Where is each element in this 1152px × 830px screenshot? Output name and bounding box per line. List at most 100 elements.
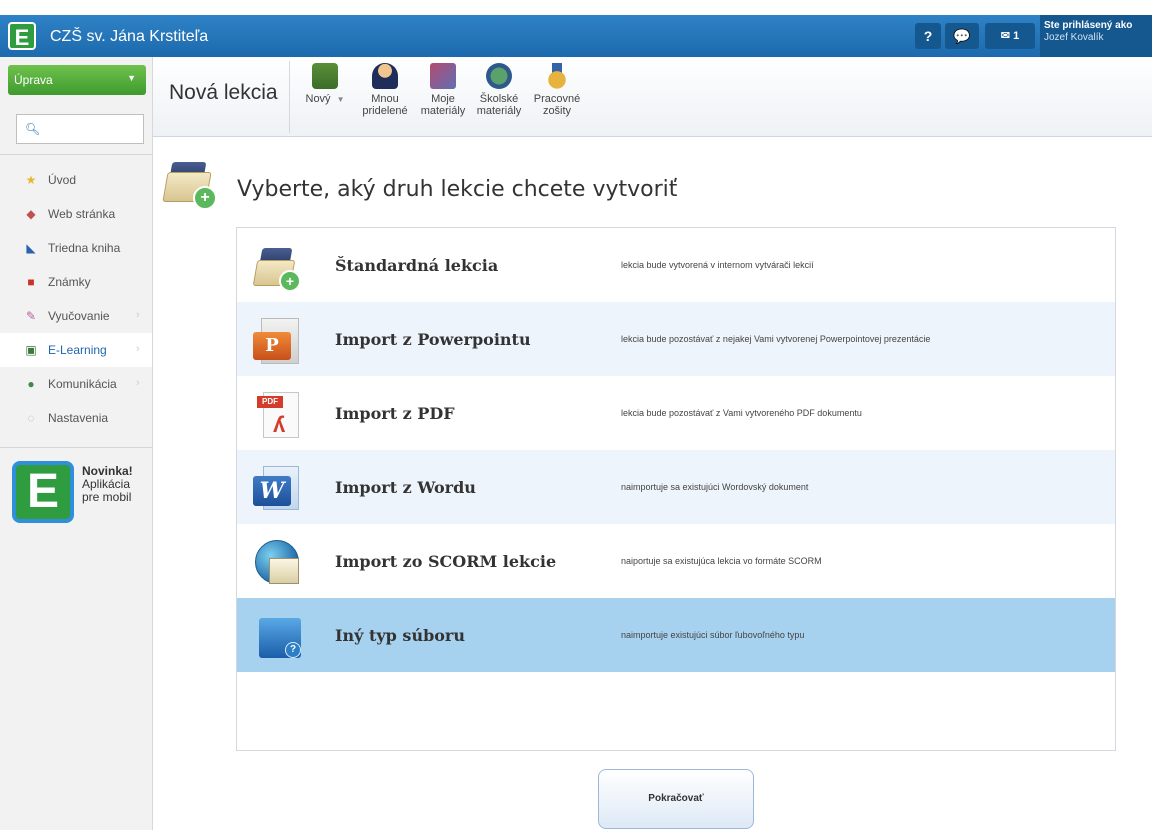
- new-lesson-header-icon: +: [161, 158, 221, 210]
- chevron-right-icon: ›: [136, 343, 140, 355]
- chevron-right-icon: ›: [136, 377, 140, 389]
- messages-button[interactable]: ✉ 1: [985, 23, 1035, 49]
- chevron-right-icon: ›: [136, 309, 140, 321]
- sidebar-item-triedna-kniha[interactable]: ◣ Triedna kniha: [0, 231, 152, 265]
- mail-count-badge: 1: [1013, 30, 1020, 42]
- continue-button[interactable]: Pokračovať: [598, 769, 754, 829]
- option-standard-lesson[interactable]: + Štandardná lekcia lekcia bude vytvoren…: [237, 228, 1115, 302]
- school-name[interactable]: CZŠ sv. Jána Krstiteľa: [50, 28, 208, 46]
- mobile-app-promo[interactable]: E Novinka! Aplikácia pre mobil: [12, 461, 146, 527]
- scorm-icon: [251, 540, 303, 586]
- login-user-name: Jozef Kovalík: [1044, 32, 1104, 43]
- option-import-powerpoint[interactable]: P Import z Powerpointu lekcia bude pozos…: [237, 302, 1115, 376]
- teacher-icon: [372, 63, 398, 89]
- school-materials-button[interactable]: Školské materiály: [471, 63, 527, 135]
- tool-label: Mnou: [371, 93, 399, 105]
- sidebar-item-label: Úvod: [48, 173, 77, 187]
- edupage-app-logo: E: [12, 461, 74, 523]
- other-file-icon: ?: [251, 614, 303, 660]
- option-description: naiportuje sa existujúca lekcia vo formá…: [621, 556, 822, 566]
- option-import-word[interactable]: W Import z Wordu naimportuje sa existujú…: [237, 450, 1115, 524]
- page-title: Nová lekcia: [169, 81, 278, 104]
- sidebar-item-e-learning[interactable]: ▣ E-Learning ›: [0, 333, 152, 367]
- option-import-scorm[interactable]: Import zo SCORM lekcie naiportuje sa exi…: [237, 524, 1115, 598]
- medal-icon: [544, 63, 570, 89]
- powerpoint-icon: P: [251, 318, 303, 364]
- sidebar: Úprava ▼ 🔍︎ ★ Úvod ◆ Web stránka ◣ Tried…: [0, 57, 153, 830]
- page-heading: Vyberte, aký druh lekcie chcete vytvoriť: [237, 177, 678, 202]
- tool-label: materiály: [476, 105, 522, 117]
- option-title: Iný typ súboru: [335, 626, 465, 645]
- top-bar: E CZŠ sv. Jána Krstiteľa ? 💬 ✉ 1 Ste pri…: [0, 15, 1152, 57]
- star-icon: ★: [25, 173, 37, 187]
- book-icon: ◣: [26, 241, 36, 255]
- option-title: Štandardná lekcia: [335, 256, 499, 275]
- sidebar-divider: [0, 154, 152, 155]
- edit-dropdown-button[interactable]: Úprava ▼: [8, 65, 146, 95]
- web-icon: ◆: [26, 207, 36, 221]
- sidebar-item-label: Web stránka: [48, 207, 116, 221]
- tool-label: pridelené: [362, 105, 408, 117]
- tool-label: Nový: [305, 93, 331, 105]
- option-title: Import z Wordu: [335, 478, 476, 497]
- tool-label: Pracovné: [533, 93, 581, 105]
- communication-icon: ●: [27, 377, 35, 391]
- edit-button-label: Úprava: [14, 73, 53, 87]
- chevron-down-icon: ▼: [127, 73, 136, 83]
- sidebar-item-znamky[interactable]: ■ Známky: [0, 265, 152, 299]
- toolbar: Nová lekcia Nový ▼ Mnou pridelené Moje ma…: [153, 57, 1152, 137]
- grades-icon: ■: [27, 275, 35, 289]
- promo-line: pre mobil: [82, 490, 132, 504]
- word-icon: W: [251, 466, 303, 512]
- login-label: Ste prihlásený ako: [1044, 20, 1133, 31]
- toolbar-divider: [289, 61, 290, 133]
- workbooks-button[interactable]: Pracovné zošity: [529, 63, 585, 135]
- teaching-icon: ✎: [25, 309, 37, 323]
- option-description: lekcia bude vytvorená v internom vytvára…: [621, 260, 814, 270]
- promo-text: Novinka! Aplikácia pre mobil: [82, 465, 133, 504]
- settings-icon: ◌: [27, 411, 35, 425]
- sidebar-item-komunikacia[interactable]: ● Komunikácia ›: [0, 367, 152, 401]
- tool-label: Školské: [479, 93, 519, 105]
- option-title: Import z PDF: [335, 404, 455, 423]
- my-materials-icon: [430, 63, 456, 89]
- option-description: naimportuje existujúci súbor ľubovoľného…: [621, 630, 805, 640]
- pdf-icon: PDF ʎ: [251, 392, 303, 438]
- option-other-file-type[interactable]: ? Iný typ súboru naimportuje existujúci …: [237, 598, 1115, 672]
- tool-label: materiály: [420, 105, 466, 117]
- option-description: lekcia bude pozostávať z nejakej Vami vy…: [621, 334, 931, 344]
- sidebar-item-label: E-Learning: [48, 343, 107, 357]
- globe-icon: [486, 63, 512, 89]
- sidebar-item-label: Triedna kniha: [48, 241, 121, 255]
- search-icon[interactable]: 🔍︎: [25, 122, 40, 136]
- sidebar-item-nastavenia[interactable]: ◌ Nastavenia: [0, 401, 152, 435]
- sidebar-item-vyucovanie[interactable]: ✎ Vyučovanie ›: [0, 299, 152, 333]
- chat-button[interactable]: 💬: [945, 23, 979, 49]
- chat-icon: 💬: [953, 28, 971, 44]
- new-lesson-button[interactable]: Nový ▼: [297, 63, 353, 135]
- tool-label: Moje: [431, 93, 455, 105]
- lesson-type-list: + Štandardná lekcia lekcia bude vytvoren…: [236, 227, 1116, 751]
- standard-lesson-icon: +: [251, 244, 303, 292]
- new-lesson-icon: [312, 63, 338, 89]
- help-button[interactable]: ?: [915, 23, 941, 49]
- option-title: Import zo SCORM lekcie: [335, 552, 557, 571]
- option-description: lekcia bude pozostávať z Vami vytvorenéh…: [621, 408, 862, 418]
- search-input[interactable]: [41, 119, 137, 139]
- option-description: naimportuje sa existujúci Wordovský doku…: [621, 482, 809, 492]
- search-box[interactable]: 🔍︎: [16, 114, 144, 144]
- sidebar-item-label: Vyučovanie: [48, 309, 110, 323]
- sidebar-item-uvod[interactable]: ★ Úvod: [0, 163, 152, 197]
- elearning-icon: ▣: [25, 343, 37, 357]
- tool-label: zošity: [542, 105, 572, 117]
- option-title: Import z Powerpointu: [335, 330, 531, 349]
- edupage-logo[interactable]: E: [8, 22, 36, 50]
- sidebar-item-label: Komunikácia: [48, 377, 117, 391]
- option-import-pdf[interactable]: PDF ʎ Import z PDF lekcia bude pozostávať…: [237, 376, 1115, 450]
- assigned-by-me-button[interactable]: Mnou pridelené: [357, 63, 413, 135]
- chevron-down-icon: ▼: [336, 95, 345, 104]
- sidebar-item-label: Nastavenia: [48, 411, 109, 425]
- user-account-box[interactable]: Ste prihlásený ako Jozef Kovalík: [1040, 15, 1152, 57]
- my-materials-button[interactable]: Moje materiály: [415, 63, 471, 135]
- sidebar-item-web-stranka[interactable]: ◆ Web stránka: [0, 197, 152, 231]
